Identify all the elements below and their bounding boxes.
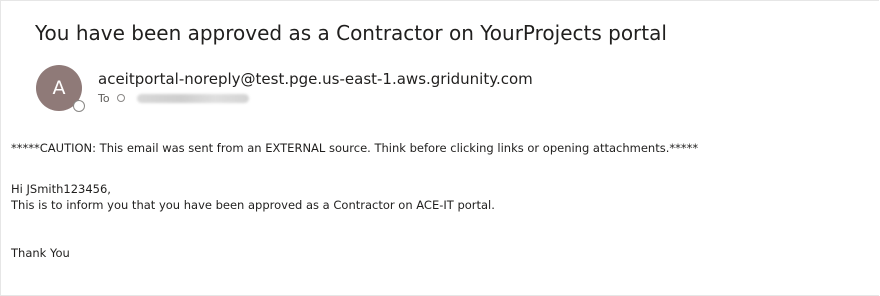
to-label: To (98, 91, 110, 105)
email-greeting: Hi JSmith123456, (11, 182, 111, 196)
email-subject: You have been approved as a Contractor o… (35, 21, 667, 45)
presence-status-icon (73, 100, 85, 112)
sender-address[interactable]: aceitportal-noreply@test.pge.us-east-1.a… (98, 70, 533, 88)
external-caution-banner: *****CAUTION: This email was sent from a… (11, 141, 699, 155)
recipient-name-redacted[interactable] (136, 93, 249, 103)
recipient-presence-icon (116, 94, 125, 102)
avatar-initial: A (52, 77, 66, 99)
email-reading-pane: You have been approved as a Contractor o… (0, 0, 879, 296)
email-signoff: Thank You (11, 246, 70, 260)
email-message: This is to inform you that you have been… (11, 198, 495, 212)
recipients-row: To (98, 91, 249, 105)
